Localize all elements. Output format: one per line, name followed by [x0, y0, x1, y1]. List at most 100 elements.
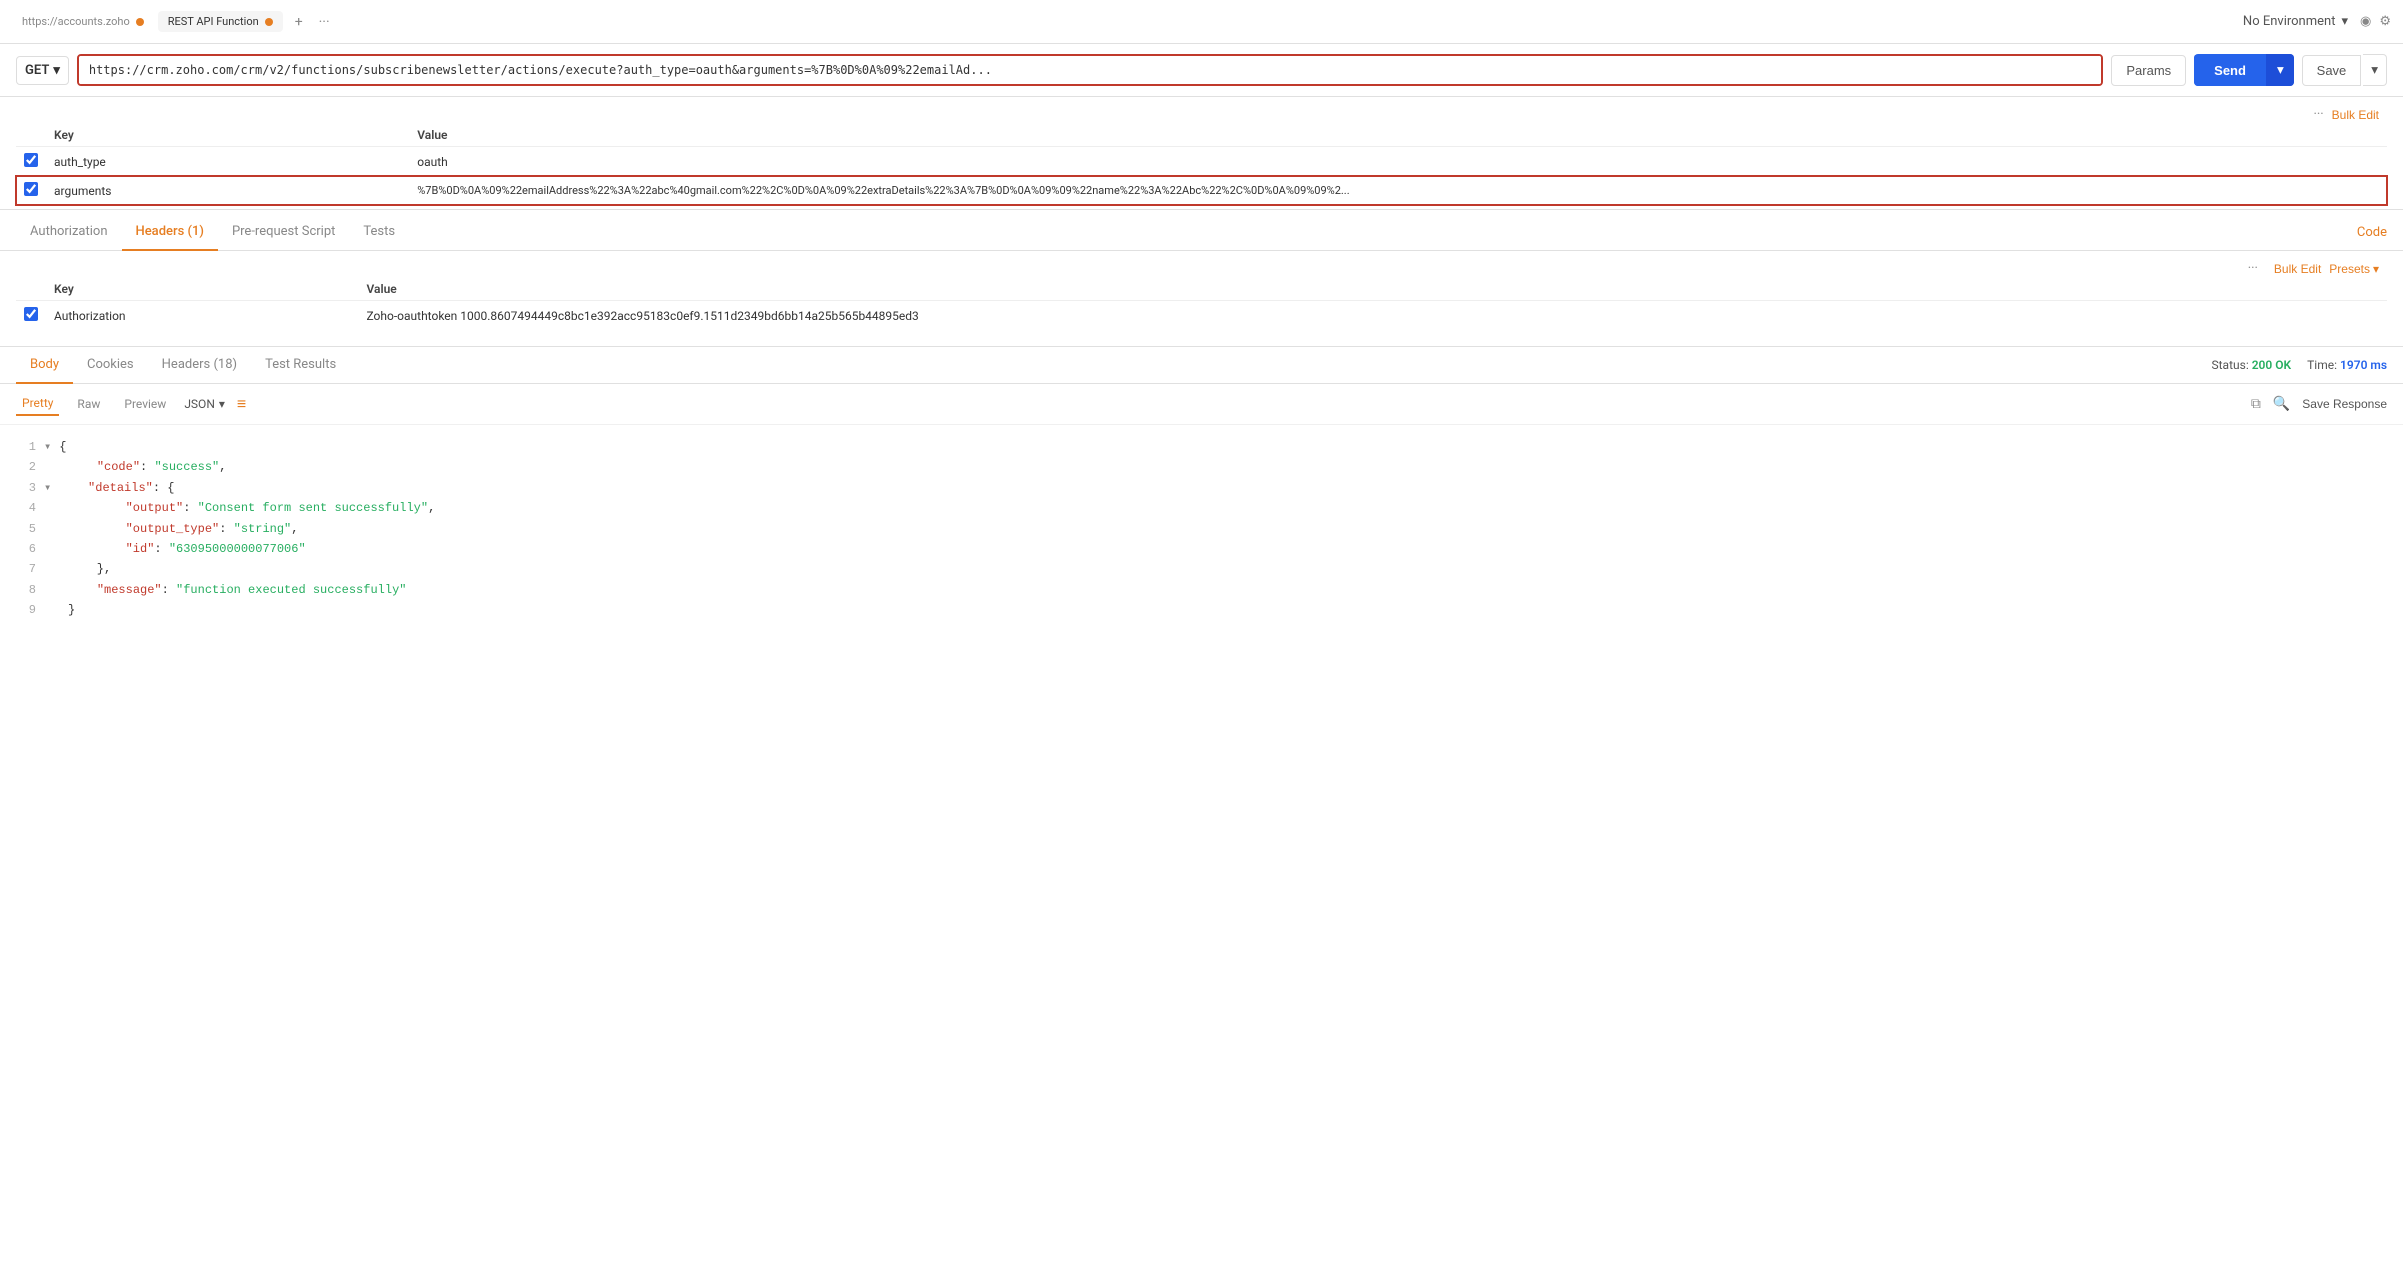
resp-tab-body[interactable]: Body — [16, 347, 73, 384]
json-line-8: 8 "message": "function executed successf… — [16, 580, 2387, 600]
save-dropdown-button[interactable]: ▾ — [2363, 54, 2387, 86]
response-status: Status: 200 OK Time: 1970 ms — [2212, 358, 2388, 372]
table-row: Authorization Zoho-oauthtoken 1000.86074… — [16, 301, 2387, 331]
response-section: Body Cookies Headers (18) Test Results S… — [0, 346, 2403, 633]
tab-rest-api[interactable]: REST API Function — [158, 11, 283, 32]
params-row1-key: auth_type — [46, 147, 409, 177]
tab-headers-label: Headers (1) — [136, 224, 204, 239]
params-row2-key: arguments — [46, 176, 409, 205]
more-tabs-button[interactable]: ··· — [315, 12, 334, 32]
headers-presets-button[interactable]: Presets ▾ — [2329, 262, 2379, 276]
headers-more-dots[interactable]: ··· — [2248, 261, 2258, 276]
format-select[interactable]: JSON ▾ — [184, 397, 225, 411]
json-line-4: 4 "output": "Consent form sent successfu… — [16, 498, 2387, 518]
fmt-tab-preview[interactable]: Preview — [118, 393, 172, 415]
response-actions: ⧉ 🔍 Save Response — [2251, 396, 2387, 412]
resp-tab-test-results[interactable]: Test Results — [251, 347, 350, 384]
params-row2-checkbox-cell — [16, 176, 46, 205]
fmt-tab-pretty[interactable]: Pretty — [16, 392, 59, 416]
resp-tab-test-results-label: Test Results — [265, 357, 336, 372]
search-icon[interactable]: 🔍 — [2273, 396, 2290, 412]
headers-actions: ··· Bulk Edit Presets ▾ — [16, 259, 2387, 278]
table-row: auth_type oauth — [16, 147, 2387, 177]
tab-accounts[interactable]: https://accounts.zoho — [12, 11, 154, 32]
params-row1-checkbox-cell — [16, 147, 46, 177]
json-output: 1 ▾ { 2 "code": "success", 3 ▾ "details"… — [0, 425, 2403, 633]
fmt-tab-raw[interactable]: Raw — [71, 393, 106, 415]
params-more-dots[interactable]: ··· — [2313, 107, 2323, 122]
tab-tests-label: Tests — [363, 224, 395, 239]
time-value: 1970 ms — [2340, 358, 2387, 372]
save-button-group: Save ▾ — [2302, 54, 2387, 86]
headers-row1-value: Zoho-oauthtoken 1000.8607494449c8bc1e392… — [358, 301, 2387, 331]
method-select[interactable]: GET ▾ — [16, 56, 69, 85]
method-chevron-icon: ▾ — [53, 63, 60, 78]
headers-section: ··· Bulk Edit Presets ▾ Key Value — [0, 251, 2403, 338]
headers-row1-checkbox-cell — [16, 301, 46, 331]
resp-tab-cookies[interactable]: Cookies — [73, 347, 148, 384]
code-link[interactable]: Code — [2357, 225, 2387, 240]
send-button[interactable]: Send — [2194, 55, 2266, 86]
tab-authorization[interactable]: Authorization — [16, 214, 122, 251]
json-line-9: 9 } — [16, 600, 2387, 620]
presets-chevron-icon: ▾ — [2373, 262, 2379, 276]
params-button[interactable]: Params — [2111, 55, 2186, 86]
collapse-arrow-1[interactable]: ▾ — [44, 437, 51, 457]
resp-tab-headers[interactable]: Headers (18) — [148, 347, 251, 384]
send-button-group: Send ▾ — [2194, 54, 2294, 86]
json-line-3: 3 ▾ "details": { — [16, 478, 2387, 498]
url-input[interactable] — [79, 56, 2102, 84]
params-table: Key Value auth_type oauth arguments — [16, 124, 2387, 205]
json-line-5: 5 "output_type": "string", — [16, 519, 2387, 539]
table-row: arguments %7B%0D%0A%09%22emailAddress%22… — [16, 176, 2387, 205]
wrap-lines-icon[interactable]: ≡ — [237, 394, 246, 414]
status-value: 200 OK — [2252, 358, 2291, 372]
add-tab-button[interactable]: + — [291, 12, 307, 32]
params-value-header: Value — [409, 124, 2387, 147]
format-chevron-icon: ▾ — [219, 397, 225, 411]
tab-pre-request-label: Pre-request Script — [232, 224, 335, 239]
collapse-arrow-3[interactable]: ▾ — [44, 478, 51, 498]
url-input-wrapper — [77, 54, 2104, 86]
rest-api-tab-label: REST API Function — [168, 15, 259, 28]
params-row1-checkbox[interactable] — [24, 153, 38, 167]
status-label: Status: 200 OK — [2212, 358, 2292, 372]
params-bulk-edit-button[interactable]: Bulk Edit — [2332, 108, 2379, 122]
json-line-1: 1 ▾ { — [16, 437, 2387, 457]
gear-icon[interactable]: ⚙ — [2379, 14, 2391, 29]
headers-row1-checkbox[interactable] — [24, 307, 38, 321]
main-content: GET ▾ Params Send ▾ Save ▾ ··· Bulk Edit… — [0, 44, 2403, 1281]
copy-icon[interactable]: ⧉ — [2251, 396, 2261, 412]
json-line-7: 7 }, — [16, 559, 2387, 579]
params-checkbox-header — [16, 124, 46, 147]
request-tabs: Authorization Headers (1) Pre-request Sc… — [0, 214, 2403, 251]
save-button[interactable]: Save — [2302, 55, 2362, 86]
accounts-tab-dot — [136, 18, 144, 26]
environment-section: No Environment ▾ ◉ ⚙ — [2243, 14, 2391, 29]
environment-dropdown[interactable]: No Environment ▾ — [2243, 14, 2348, 29]
response-format-bar: Pretty Raw Preview JSON ▾ ≡ ⧉ 🔍 Save Res… — [0, 384, 2403, 425]
environment-label: No Environment — [2243, 14, 2336, 29]
json-line-2: 2 "code": "success", — [16, 457, 2387, 477]
params-row2-checkbox[interactable] — [24, 182, 38, 196]
save-response-button[interactable]: Save Response — [2302, 397, 2387, 411]
headers-table: Key Value Authorization Zoho-oauthtoken … — [16, 278, 2387, 330]
tab-authorization-label: Authorization — [30, 224, 108, 239]
rest-api-tab-dot — [265, 18, 273, 26]
send-dropdown-button[interactable]: ▾ — [2266, 54, 2294, 86]
headers-bulk-edit-button[interactable]: Bulk Edit — [2274, 262, 2321, 276]
tab-pre-request[interactable]: Pre-request Script — [218, 214, 349, 251]
tab-headers[interactable]: Headers (1) — [122, 214, 218, 251]
tab-tests[interactable]: Tests — [349, 214, 409, 251]
accounts-tab-label: https://accounts.zoho — [22, 15, 130, 28]
params-key-header: Key — [46, 124, 409, 147]
headers-value-header: Value — [358, 278, 2387, 301]
tab-actions: + ··· — [291, 12, 334, 32]
resp-tab-cookies-label: Cookies — [87, 357, 134, 372]
url-bar-section: GET ▾ Params Send ▾ Save ▾ — [0, 44, 2403, 97]
chevron-down-icon: ▾ — [2341, 14, 2348, 29]
params-row2-value: %7B%0D%0A%09%22emailAddress%22%3A%22abc%… — [409, 176, 2387, 205]
eye-icon[interactable]: ◉ — [2360, 14, 2371, 29]
method-label: GET — [25, 63, 49, 78]
headers-row1-key: Authorization — [46, 301, 358, 331]
